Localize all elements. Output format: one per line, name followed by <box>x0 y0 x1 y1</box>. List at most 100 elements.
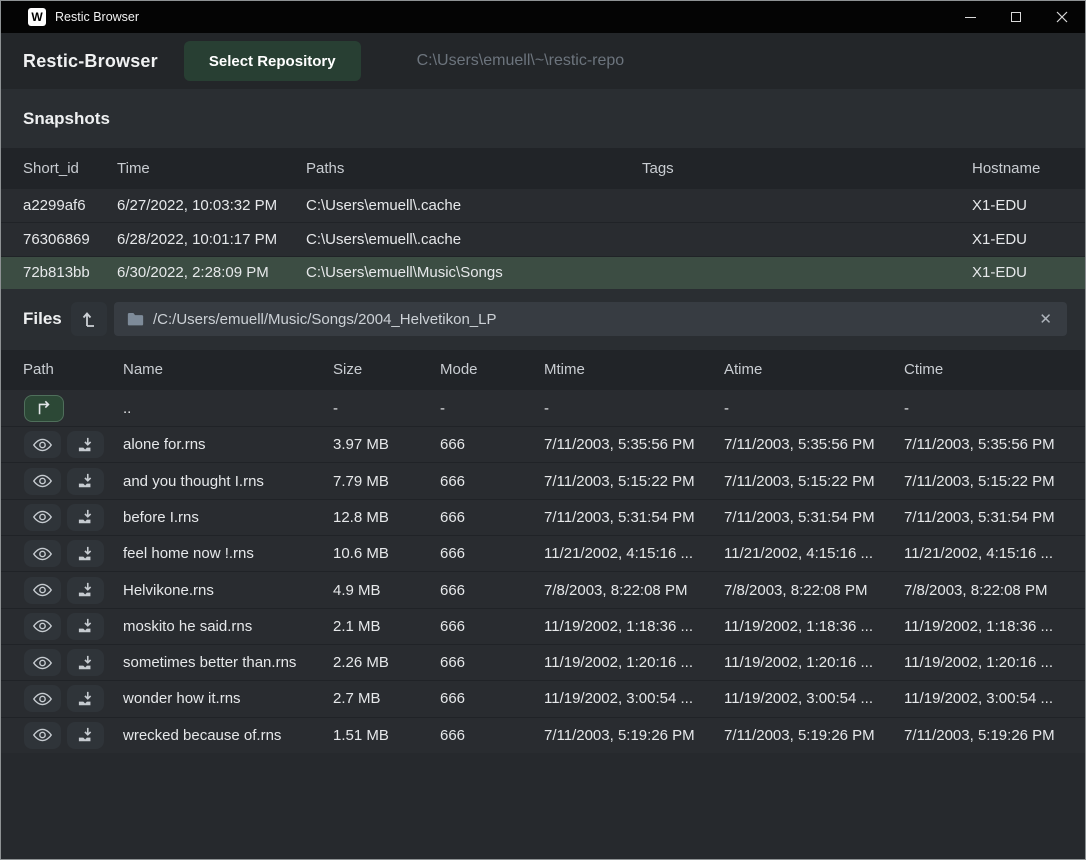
titlebar[interactable]: W Restic Browser <box>1 1 1085 33</box>
file-size: 4.9 MB <box>333 582 440 599</box>
eye-icon <box>33 474 52 488</box>
file-mode: 666 <box>440 436 544 453</box>
snapshot-short-id: 76306869 <box>23 231 117 248</box>
download-button[interactable] <box>67 577 104 604</box>
column-size: Size <box>333 361 440 378</box>
app-logo-icon: W <box>28 8 46 26</box>
file-name: Helvikone.rns <box>123 582 333 599</box>
snapshot-row[interactable]: a2299af6 6/27/2022, 10:03:32 PM C:\Users… <box>1 189 1085 222</box>
file-name: before I.rns <box>123 509 333 526</box>
select-repository-button[interactable]: Select Repository <box>184 41 361 81</box>
file-mode: - <box>440 400 544 417</box>
snapshot-row[interactable]: 76306869 6/28/2022, 10:01:17 PM C:\Users… <box>1 222 1085 255</box>
eye-icon <box>33 728 52 742</box>
file-mode: 666 <box>440 618 544 635</box>
preview-button[interactable] <box>24 468 61 495</box>
repository-path: C:\Users\emuell\~\restic-repo <box>417 52 625 70</box>
file-ctime: 7/11/2003, 5:35:56 PM <box>904 436 1063 453</box>
file-atime: - <box>724 400 904 417</box>
file-size: 2.26 MB <box>333 654 440 671</box>
snapshot-time: 6/27/2022, 10:03:32 PM <box>117 197 306 214</box>
eye-icon <box>33 656 52 670</box>
snapshots-table-header: Short_id Time Paths Tags Hostname <box>1 148 1085 189</box>
window-title: Restic Browser <box>55 10 139 24</box>
snapshot-row-selected[interactable]: 72b813bb 6/30/2022, 2:28:09 PM C:\Users\… <box>1 256 1085 289</box>
file-ctime: 11/19/2002, 3:00:54 ... <box>904 690 1063 707</box>
current-path-bar[interactable]: /C:/Users/emuell/Music/Songs/2004_Helvet… <box>114 302 1067 336</box>
download-icon <box>78 582 94 598</box>
file-ctime: 7/11/2003, 5:15:22 PM <box>904 473 1063 490</box>
download-button[interactable] <box>67 649 104 676</box>
snapshots-table: a2299af6 6/27/2022, 10:03:32 PM C:\Users… <box>1 189 1085 289</box>
file-row: before I.rns 12.8 MB 666 7/11/2003, 5:31… <box>1 499 1085 535</box>
repository-toolbar: Restic-Browser Select Repository C:\User… <box>1 33 1085 89</box>
file-name: moskito he said.rns <box>123 618 333 635</box>
preview-button[interactable] <box>24 540 61 567</box>
file-name: feel home now !.rns <box>123 545 333 562</box>
snapshot-hostname: X1-EDU <box>972 231 1063 248</box>
file-atime: 7/11/2003, 5:35:56 PM <box>724 436 904 453</box>
go-parent-button[interactable] <box>24 395 64 422</box>
file-row: sometimes better than.rns 2.26 MB 666 11… <box>1 644 1085 680</box>
preview-button[interactable] <box>24 722 61 749</box>
file-mtime: 7/11/2003, 5:15:22 PM <box>544 473 724 490</box>
minimize-button[interactable] <box>947 1 993 33</box>
download-button[interactable] <box>67 685 104 712</box>
column-mtime: Mtime <box>544 361 724 378</box>
file-mode: 666 <box>440 509 544 526</box>
close-button[interactable] <box>1039 1 1085 33</box>
file-name: alone for.rns <box>123 436 333 453</box>
file-ctime: 7/11/2003, 5:19:26 PM <box>904 727 1063 744</box>
preview-button[interactable] <box>24 431 61 458</box>
file-atime: 7/8/2003, 8:22:08 PM <box>724 582 904 599</box>
file-ctime: 11/19/2002, 1:18:36 ... <box>904 618 1063 635</box>
preview-button[interactable] <box>24 649 61 676</box>
snapshot-short-id: a2299af6 <box>23 197 117 214</box>
snapshot-paths: C:\Users\emuell\.cache <box>306 197 642 214</box>
file-mtime: 11/19/2002, 1:18:36 ... <box>544 618 724 635</box>
download-button[interactable] <box>67 722 104 749</box>
snapshot-time: 6/30/2022, 2:28:09 PM <box>117 264 306 281</box>
up-right-arrow-icon <box>35 400 53 416</box>
eye-icon <box>33 619 52 633</box>
download-button[interactable] <box>67 468 104 495</box>
eye-icon <box>33 583 52 597</box>
download-button[interactable] <box>67 540 104 567</box>
file-size: 7.79 MB <box>333 473 440 490</box>
preview-button[interactable] <box>24 504 61 531</box>
preview-button[interactable] <box>24 613 61 640</box>
file-row: moskito he said.rns 2.1 MB 666 11/19/200… <box>1 608 1085 644</box>
file-atime: 11/19/2002, 1:18:36 ... <box>724 618 904 635</box>
download-icon <box>78 546 94 562</box>
file-mtime: 11/21/2002, 4:15:16 ... <box>544 545 724 562</box>
preview-button[interactable] <box>24 577 61 604</box>
download-icon <box>78 473 94 489</box>
download-button[interactable] <box>67 504 104 531</box>
download-button[interactable] <box>67 431 104 458</box>
download-icon <box>78 618 94 634</box>
eye-icon <box>33 692 52 706</box>
file-size: 3.97 MB <box>333 436 440 453</box>
clear-path-button[interactable]: ✕ <box>1037 310 1054 329</box>
file-ctime: 7/11/2003, 5:31:54 PM <box>904 509 1063 526</box>
file-atime: 11/19/2002, 3:00:54 ... <box>724 690 904 707</box>
file-mtime: 7/8/2003, 8:22:08 PM <box>544 582 724 599</box>
file-atime: 7/11/2003, 5:19:26 PM <box>724 727 904 744</box>
download-icon <box>78 437 94 453</box>
file-mtime: - <box>544 400 724 417</box>
eye-icon <box>33 510 52 524</box>
column-name: Name <box>123 361 333 378</box>
preview-button[interactable] <box>24 685 61 712</box>
download-button[interactable] <box>67 613 104 640</box>
maximize-button[interactable] <box>993 1 1039 33</box>
maximize-icon <box>1011 12 1021 22</box>
level-up-button[interactable] <box>71 302 107 336</box>
snapshot-time: 6/28/2022, 10:01:17 PM <box>117 231 306 248</box>
minimize-icon <box>965 17 976 18</box>
file-mtime: 7/11/2003, 5:35:56 PM <box>544 436 724 453</box>
file-size: 2.7 MB <box>333 690 440 707</box>
file-name: wrecked because of.rns <box>123 727 333 744</box>
file-name: .. <box>123 400 333 417</box>
file-size: 2.1 MB <box>333 618 440 635</box>
file-atime: 11/21/2002, 4:15:16 ... <box>724 545 904 562</box>
